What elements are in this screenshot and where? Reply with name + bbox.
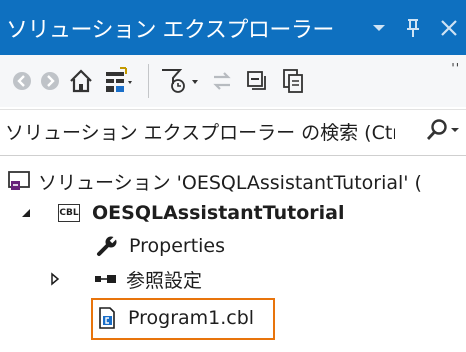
show-all-files-button[interactable] — [275, 61, 311, 101]
close-icon[interactable] — [440, 19, 458, 37]
collapsed-arrow-icon[interactable] — [50, 272, 60, 286]
window-title: ソリューション エクスプローラー — [6, 17, 334, 43]
tree-item-project[interactable]: CBL OESQLAssistantTutorial — [20, 196, 344, 230]
search-input[interactable] — [5, 121, 395, 144]
back-arrow-icon — [13, 72, 31, 90]
home-button[interactable] — [64, 61, 98, 101]
collapse-all-button[interactable] — [239, 61, 275, 101]
chevron-down-icon — [451, 128, 459, 132]
pin-icon[interactable] — [406, 18, 420, 38]
tree-item-solution[interactable]: ソリューション 'OESQLAssistantTutorial' ( — [8, 164, 422, 198]
tree-item-properties-label: Properties — [129, 235, 226, 257]
search-button[interactable] — [426, 118, 460, 142]
show-all-files-icon — [283, 69, 303, 93]
pending-changes-filter-button[interactable] — [157, 61, 205, 101]
forward-arrow-icon — [41, 72, 59, 90]
clock-filter-icon — [162, 69, 198, 93]
window-controls — [372, 0, 458, 55]
home-icon — [70, 69, 92, 93]
toolbar: '' — [0, 55, 466, 107]
tree-item-properties[interactable]: Properties — [96, 229, 225, 263]
switch-views-button[interactable] — [98, 61, 140, 101]
forward-button[interactable] — [36, 61, 64, 101]
toolbar-separator — [148, 64, 149, 98]
chevron-down-icon[interactable] — [372, 23, 386, 33]
switch-views-icon — [106, 67, 132, 92]
collapse-all-icon — [247, 71, 266, 90]
title-bar: ソリューション エクスプローラー — [0, 0, 466, 55]
expanded-arrow-icon[interactable] — [20, 207, 32, 219]
solution-icon — [8, 171, 30, 190]
search-bar — [0, 109, 466, 156]
tree-item-project-label: OESQLAssistantTutorial — [92, 202, 345, 224]
tree-item-references-label: 参照設定 — [126, 269, 203, 292]
search-icon — [426, 119, 447, 140]
sync-active-document-button[interactable] — [205, 61, 239, 101]
selection-highlight — [91, 298, 275, 340]
wrench-icon — [97, 235, 118, 256]
tree-item-solution-label: ソリューション 'OESQLAssistantTutorial' ( — [38, 171, 422, 194]
cobol-project-icon: CBL — [58, 204, 80, 222]
toolbar-overflow[interactable]: '' — [451, 61, 460, 75]
references-icon — [95, 275, 116, 283]
tree-item-references[interactable]: 参照設定 — [50, 262, 202, 296]
sync-icon — [213, 72, 231, 90]
back-button[interactable] — [8, 61, 36, 101]
